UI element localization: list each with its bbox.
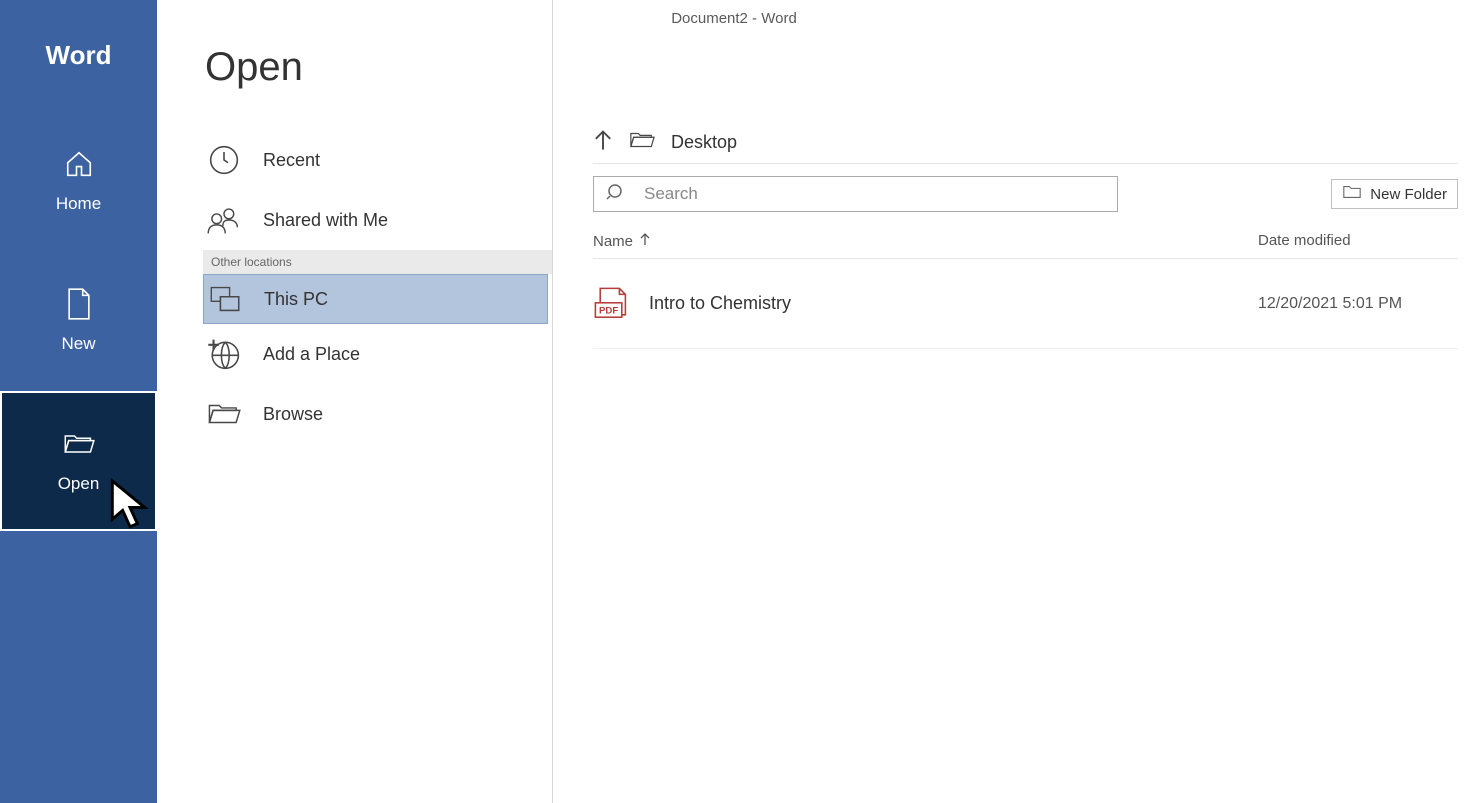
- search-icon: [606, 182, 626, 207]
- folder-icon: [207, 397, 241, 431]
- nav-new-label: New: [61, 334, 95, 354]
- column-headers: Name Date modified: [593, 224, 1458, 259]
- globe-plus-icon: [207, 337, 241, 371]
- folder-open-icon: [63, 428, 95, 460]
- toolbar: New Folder: [593, 164, 1458, 224]
- nav-open-label: Open: [58, 474, 100, 494]
- section-other-locations: Other locations: [203, 250, 552, 274]
- app-name: Word: [0, 40, 157, 71]
- up-arrow-icon[interactable]: [593, 128, 613, 157]
- new-folder-icon: [1342, 184, 1362, 204]
- new-folder-label: New Folder: [1370, 186, 1447, 203]
- file-row[interactable]: PDF Intro to Chemistry 12/20/2021 5:01 P…: [593, 259, 1458, 349]
- file-name: Intro to Chemistry: [649, 293, 1258, 314]
- location-this-pc-label: This PC: [264, 289, 328, 310]
- clock-icon: [207, 143, 241, 177]
- search-input[interactable]: [644, 184, 1105, 204]
- svg-text:PDF: PDF: [599, 305, 618, 316]
- column-name[interactable]: Name: [593, 232, 1258, 250]
- people-icon: [207, 203, 241, 237]
- location-add-place[interactable]: Add a Place: [157, 324, 552, 384]
- location-browse-label: Browse: [263, 404, 323, 425]
- location-shared[interactable]: Shared with Me: [157, 190, 552, 250]
- nav-open[interactable]: Open: [0, 391, 157, 531]
- location-add-place-label: Add a Place: [263, 344, 360, 365]
- file-modified: 12/20/2021 5:01 PM: [1258, 295, 1458, 313]
- search-box[interactable]: [593, 176, 1118, 212]
- nav-home[interactable]: Home: [0, 111, 157, 251]
- pdf-file-icon: PDF: [593, 287, 631, 321]
- nav-new[interactable]: New: [0, 251, 157, 391]
- sort-asc-icon: [639, 232, 651, 250]
- location-browse[interactable]: Browse: [157, 384, 552, 444]
- location-recent-label: Recent: [263, 150, 320, 171]
- location-shared-label: Shared with Me: [263, 210, 388, 231]
- location-this-pc[interactable]: This PC: [203, 274, 548, 324]
- file-browser: Desktop New Folder Name: [553, 0, 1468, 803]
- column-date[interactable]: Date modified: [1258, 232, 1458, 250]
- home-icon: [63, 148, 95, 180]
- this-pc-icon: [208, 282, 242, 316]
- new-folder-button[interactable]: New Folder: [1331, 179, 1458, 209]
- location-recent[interactable]: Recent: [157, 130, 552, 190]
- locations-panel: Open Recent Shared with Me Other locatio…: [157, 0, 553, 803]
- breadcrumb-current[interactable]: Desktop: [671, 132, 737, 153]
- backstage-sidebar: Word Home New Open: [0, 0, 157, 803]
- page-title: Open: [205, 45, 552, 90]
- breadcrumb: Desktop: [593, 128, 1458, 164]
- nav-home-label: Home: [56, 194, 101, 214]
- breadcrumb-folder-icon: [629, 130, 655, 155]
- document-icon: [63, 288, 95, 320]
